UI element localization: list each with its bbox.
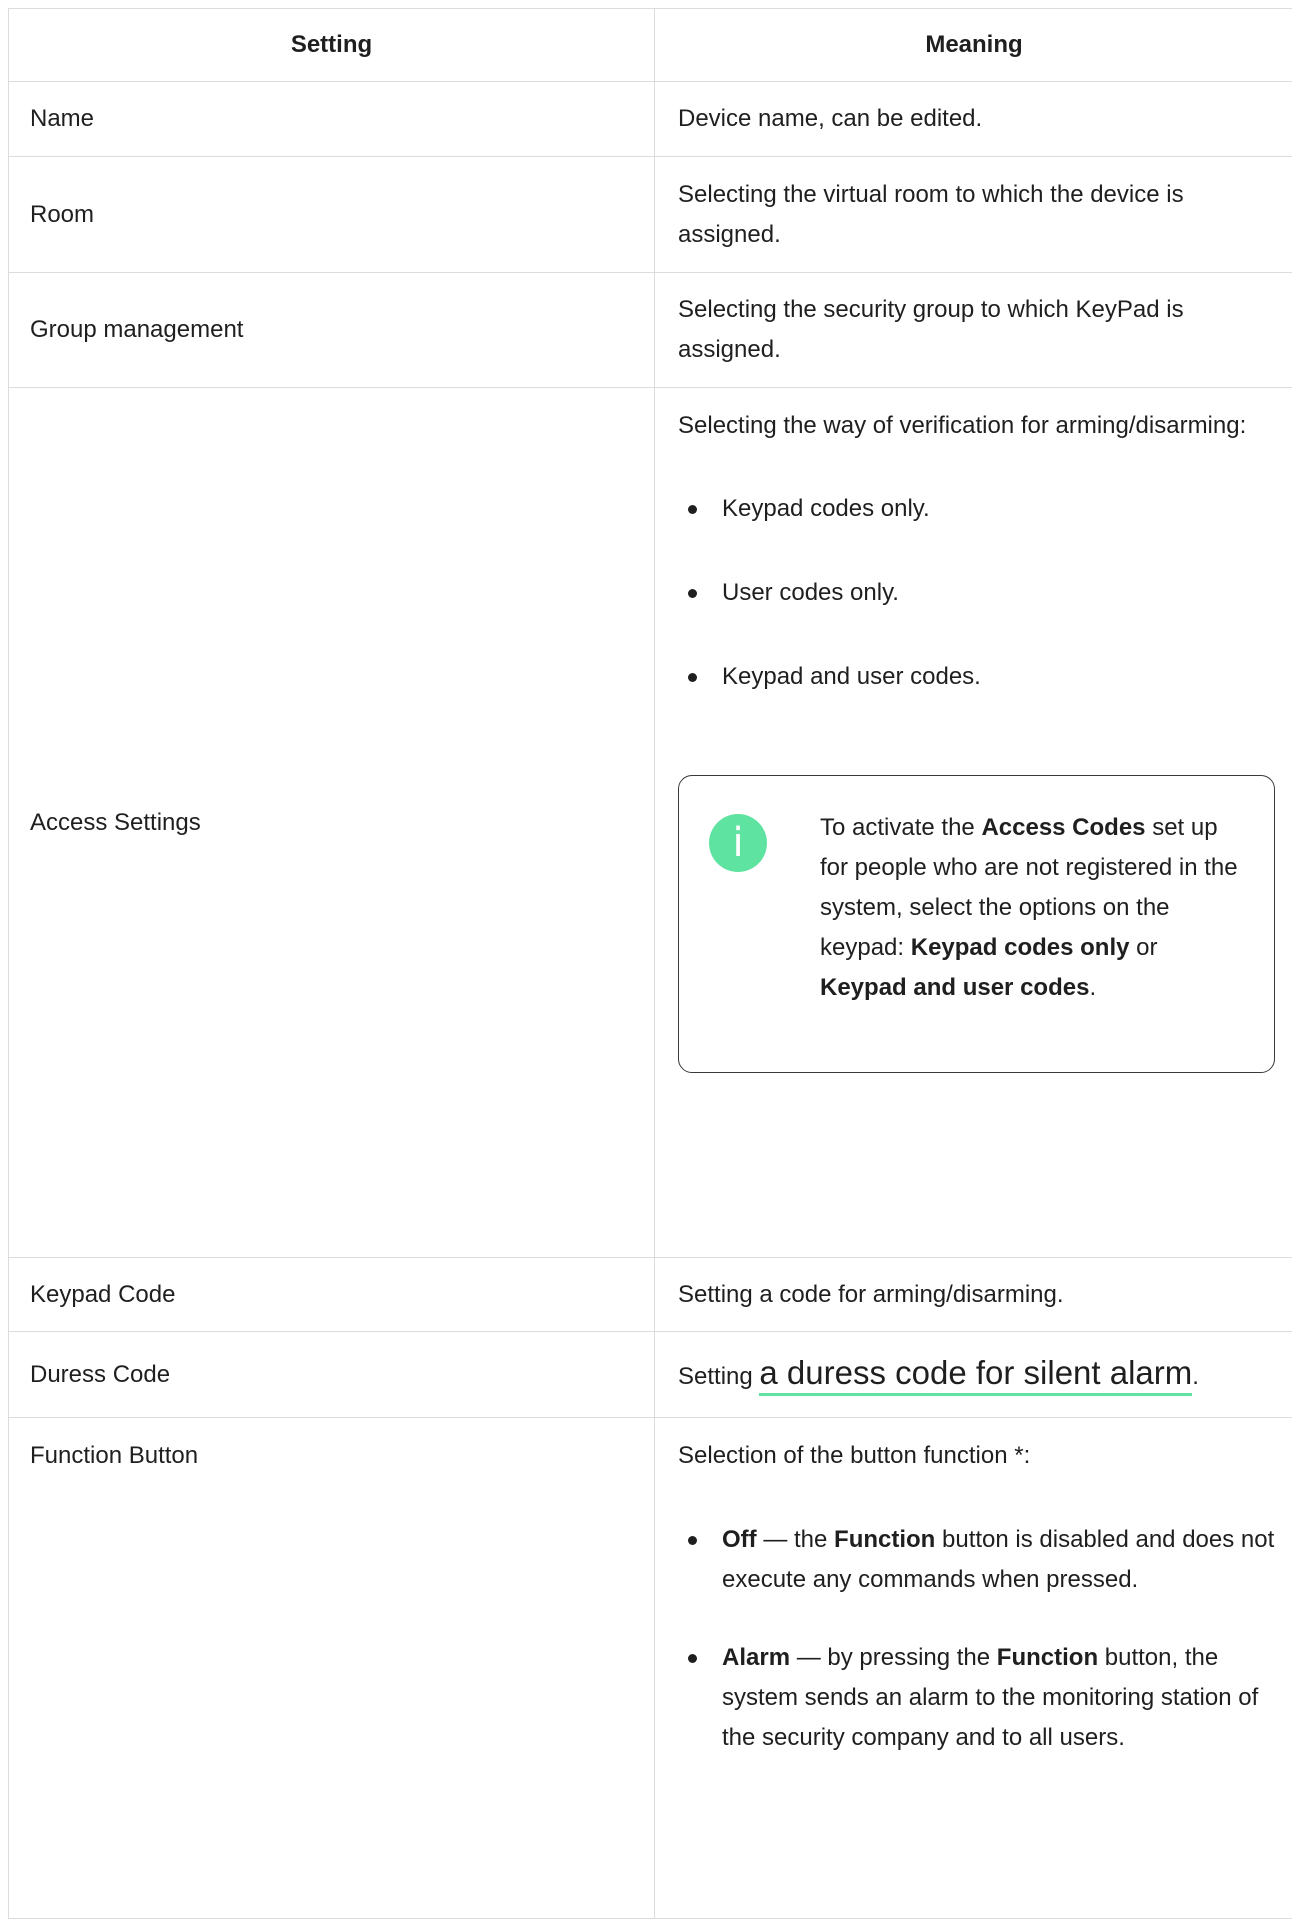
meaning-group: Selecting the security group to which Ke… (655, 273, 1292, 387)
header-setting: Setting (9, 9, 655, 81)
list-item: Off — the Function button is disabled an… (678, 1520, 1281, 1600)
duress-prefix: Setting (678, 1362, 760, 1390)
note-text-part: To activate the (820, 814, 982, 841)
list-item: Keypad and user codes. (678, 657, 1281, 697)
access-options-list: Keypad codes only. User codes only. Keyp… (678, 489, 1281, 697)
duress-suffix: . (1192, 1362, 1199, 1390)
option-bold: Function (996, 1644, 1099, 1671)
setting-duress: Duress Code (9, 1332, 655, 1417)
settings-table: Setting Meaning Name Device name, can be… (8, 8, 1292, 1919)
setting-keypad-code: Keypad Code (9, 1258, 655, 1331)
meaning-access: Selecting the way of verification for ar… (655, 388, 1292, 1257)
note-bold-keypad-and-user-codes: Keypad and user codes (820, 974, 1090, 1001)
table-header: Setting Meaning (9, 9, 1292, 82)
meaning-keypad-code: Setting a code for arming/disarming. (655, 1258, 1292, 1331)
note-bold-keypad-codes-only: Keypad codes only (910, 934, 1130, 961)
table-row: Name Device name, can be edited. (9, 82, 1292, 157)
meaning-text: Selecting the way of verification for ar… (678, 412, 1247, 439)
note-bold-access-codes: Access Codes (981, 814, 1146, 841)
table-row: Keypad Code Setting a code for arming/di… (9, 1258, 1292, 1332)
meaning-name: Device name, can be edited. (655, 82, 1292, 156)
function-options-list: Off — the Function button is disabled an… (678, 1520, 1281, 1758)
meaning-text: Selection of the button function *: (678, 1442, 1031, 1469)
note-text-part: or (1129, 934, 1158, 961)
note-text-part: . (1089, 974, 1097, 1001)
meaning-text: Selecting the virtual room to which the … (678, 180, 1184, 248)
setting-name: Name (9, 82, 655, 156)
meaning-text: Selecting the security group to which Ke… (678, 296, 1184, 363)
table-row: Duress Code Setting a duress code for si… (9, 1332, 1292, 1418)
meaning-text: Device name, can be edited. (678, 105, 983, 132)
meaning-room: Selecting the virtual room to which the … (655, 157, 1292, 272)
setting-access: Access Settings (9, 388, 655, 1257)
setting-function-button: Function Button (9, 1418, 655, 1918)
option-bold: Function (834, 1526, 936, 1553)
duress-code-link[interactable]: a duress code for silent alarm (759, 1353, 1193, 1396)
header-meaning: Meaning (925, 31, 1023, 58)
meaning-duress: Setting a duress code for silent alarm. (655, 1332, 1292, 1417)
meaning-text: Setting a code for arming/disarming. (678, 1280, 1064, 1308)
option-text: — the (756, 1526, 835, 1553)
option-text: — by pressing the (790, 1644, 997, 1671)
meaning-text: Setting a duress code for silent alarm. (678, 1353, 1281, 1397)
meaning-function-button: Selection of the button function *: Off … (655, 1418, 1292, 1918)
table-row: Group management Selecting the security … (9, 273, 1292, 388)
table-row: Room Selecting the virtual room to which… (9, 157, 1292, 273)
list-item: Alarm — by pressing the Function button,… (678, 1638, 1281, 1758)
note-text: To activate the Access Codes set up for … (820, 808, 1250, 1008)
setting-room: Room (9, 157, 655, 272)
option-bold: Off (722, 1526, 757, 1553)
table-row: Function Button Selection of the button … (9, 1418, 1292, 1919)
list-item: Keypad codes only. (678, 489, 1281, 529)
table-row: Access Settings Selecting the way of ver… (9, 388, 1292, 1258)
setting-group: Group management (9, 273, 655, 387)
option-bold: Alarm (722, 1644, 791, 1671)
info-icon: i (709, 814, 767, 872)
info-note: i To activate the Access Codes set up fo… (678, 775, 1275, 1073)
list-item: User codes only. (678, 573, 1281, 613)
